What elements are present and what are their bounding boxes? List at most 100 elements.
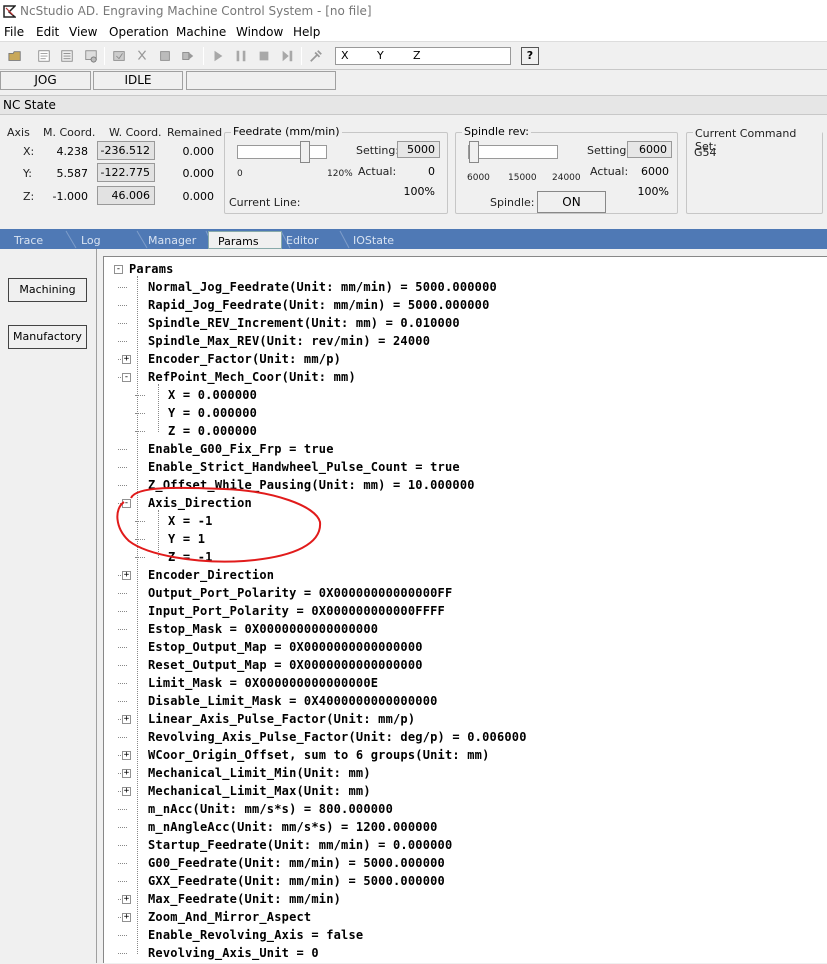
feedrate-slider[interactable] [237, 141, 327, 163]
menu-machine[interactable]: Machine [176, 25, 226, 39]
spindle-slider[interactable] [468, 141, 558, 163]
tree-group[interactable]: Max_Feedrate(Unit: mm/min) [148, 892, 341, 906]
tree-item[interactable]: Enable_G00_Fix_Frp = true [148, 442, 334, 456]
remained-y: 0.000 [182, 167, 215, 180]
tree-item[interactable]: m_nAcc(Unit: mm/s*s) = 800.000000 [148, 802, 393, 816]
params-tree[interactable]: - Params Normal_Jog_Feedrate(Unit: mm/min)… [103, 256, 827, 963]
tree-item[interactable]: Z_Offset_While_Pausing(Unit: mm) = 10.00… [148, 478, 475, 492]
collapse-icon[interactable]: - [122, 499, 131, 508]
tree-item[interactable]: Z = 0.000000 [168, 424, 257, 438]
tree-group[interactable]: RefPoint_Mech_Coor(Unit: mm) [148, 370, 356, 384]
tree-item[interactable]: G00_Feedrate(Unit: mm/min) = 5000.000000 [148, 856, 445, 870]
feedrate-setting-label: Setting: [356, 144, 400, 157]
play-icon[interactable] [210, 48, 226, 64]
tree-item[interactable]: Enable_Revolving_Axis = false [148, 928, 363, 942]
tab-manager[interactable]: Manager [140, 231, 208, 249]
tree-group[interactable]: Encoder_Factor(Unit: mm/p) [148, 352, 341, 366]
tree-group[interactable]: Axis_Direction [148, 496, 252, 510]
tree-group[interactable]: Mechanical_Limit_Max(Unit: mm) [148, 784, 371, 798]
tree-group[interactable]: Encoder_Direction [148, 568, 274, 582]
collapse-icon[interactable]: - [114, 265, 123, 274]
tree-item[interactable]: Revolving_Axis_Unit = 0 [148, 946, 319, 960]
collapse-icon[interactable]: - [122, 373, 131, 382]
tree-item[interactable]: Input_Port_Polarity = 0X000000000000FFFF [148, 604, 445, 618]
expand-icon[interactable]: + [122, 751, 131, 760]
tree-item[interactable]: Estop_Output_Map = 0X0000000000000000 [148, 640, 423, 654]
tree-item[interactable]: GXX_Feedrate(Unit: mm/min) = 5000.000000 [148, 874, 445, 888]
tree-item[interactable]: Enable_Strict_Handwheel_Pulse_Count = tr… [148, 460, 460, 474]
spindle-tick-1: 6000 [467, 173, 490, 183]
tree-item[interactable]: Spindle_Max_REV(Unit: rev/min) = 24000 [148, 334, 430, 348]
tree-group[interactable]: Zoom_And_Mirror_Aspect [148, 910, 311, 924]
coordinate-input[interactable]: X Y Z [335, 47, 511, 65]
tree-group[interactable]: WCoor_Origin_Offset, sum to 6 groups(Uni… [148, 748, 490, 762]
menu-operation[interactable]: Operation [109, 25, 169, 39]
open-file-icon[interactable] [7, 48, 23, 64]
tab-iostate[interactable]: IOState [342, 231, 412, 249]
tree-group[interactable]: Linear_Axis_Pulse_Factor(Unit: mm/p) [148, 712, 415, 726]
expand-icon[interactable]: + [122, 355, 131, 364]
tree-item[interactable]: Reset_Output_Map = 0X0000000000000000 [148, 658, 423, 672]
tree-item[interactable]: Y = 1 [168, 532, 205, 546]
tree-connector [118, 881, 127, 882]
coord-z-label: Z [413, 49, 421, 62]
expand-icon[interactable]: + [122, 715, 131, 724]
simulate-icon[interactable] [83, 48, 99, 64]
feedrate-setting-value[interactable]: 5000 [397, 141, 440, 158]
feedrate-scale-max: 120% [327, 169, 353, 179]
tab-log[interactable]: Log [70, 231, 138, 249]
tree-item[interactable]: Rapid_Jog_Feedrate(Unit: mm/min) = 5000.… [148, 298, 490, 312]
menu-window[interactable]: Window [236, 25, 283, 39]
tree-item[interactable]: Z = -1 [168, 550, 213, 564]
edit-icon[interactable] [36, 48, 52, 64]
menu-view[interactable]: View [69, 25, 97, 39]
tab-trace[interactable]: Trace [5, 231, 65, 249]
tree-item[interactable]: Revolving_Axis_Pulse_Factor(Unit: deg/p)… [148, 730, 527, 744]
tab-params[interactable]: Params [208, 231, 282, 249]
spindle-slider-thumb[interactable] [469, 141, 479, 163]
tree-item[interactable]: Disable_Limit_Mask = 0X4000000000000000 [148, 694, 438, 708]
tree-item[interactable]: Startup_Feedrate(Unit: mm/min) = 0.00000… [148, 838, 452, 852]
menu-help[interactable]: Help [293, 25, 320, 39]
expand-icon[interactable]: + [122, 769, 131, 778]
tab-editor[interactable]: Editor [283, 231, 341, 249]
tree-item[interactable]: X = 0.000000 [168, 388, 257, 402]
spindle-tick-3: 24000 [552, 173, 581, 183]
mcoord-header: M. Coord. [43, 126, 96, 139]
spindle-on-button[interactable]: ON [537, 191, 606, 213]
tree-item[interactable]: Estop_Mask = 0X0000000000000000 [148, 622, 378, 636]
remained-header: Remained [167, 126, 223, 139]
wcoord-z: 46.006 [97, 186, 155, 205]
cut-icon[interactable] [134, 48, 150, 64]
spindle-setting-value[interactable]: 6000 [627, 141, 672, 158]
step-icon[interactable] [279, 48, 295, 64]
tree-group[interactable]: Mechanical_Limit_Min(Unit: mm) [148, 766, 371, 780]
machining-button[interactable]: Machining [8, 278, 87, 302]
tree-item[interactable]: Limit_Mask = 0X000000000000000E [148, 676, 378, 690]
expand-icon[interactable]: + [122, 895, 131, 904]
stop-icon[interactable] [256, 48, 272, 64]
tree-item[interactable]: m_nAngleAcc(Unit: mm/s*s) = 1200.000000 [148, 820, 438, 834]
tool-icon[interactable] [308, 48, 324, 64]
verify-icon[interactable] [111, 48, 127, 64]
tree-connector [118, 449, 127, 450]
help-button[interactable]: ? [521, 47, 539, 65]
expand-icon[interactable]: + [122, 787, 131, 796]
list-icon[interactable] [59, 48, 75, 64]
tree-item[interactable]: Spindle_REV_Increment(Unit: mm) = 0.0100… [148, 316, 460, 330]
tree-root[interactable]: Params [129, 262, 174, 276]
tree-item[interactable]: Normal_Jog_Feedrate(Unit: mm/min) = 5000… [148, 280, 497, 294]
menu-edit[interactable]: Edit [36, 25, 59, 39]
pause-icon[interactable] [233, 48, 249, 64]
forward-icon[interactable] [180, 48, 196, 64]
spindle-label: Spindle: [490, 196, 535, 209]
reset-icon[interactable] [157, 48, 173, 64]
manufactory-button[interactable]: Manufactory [8, 325, 87, 349]
expand-icon[interactable]: + [122, 571, 131, 580]
tree-item[interactable]: X = -1 [168, 514, 213, 528]
expand-icon[interactable]: + [122, 913, 131, 922]
feedrate-slider-thumb[interactable] [299, 141, 310, 163]
tree-item[interactable]: Y = 0.000000 [168, 406, 257, 420]
menu-file[interactable]: File [4, 25, 24, 39]
tree-item[interactable]: Output_Port_Polarity = 0X00000000000000F… [148, 586, 452, 600]
